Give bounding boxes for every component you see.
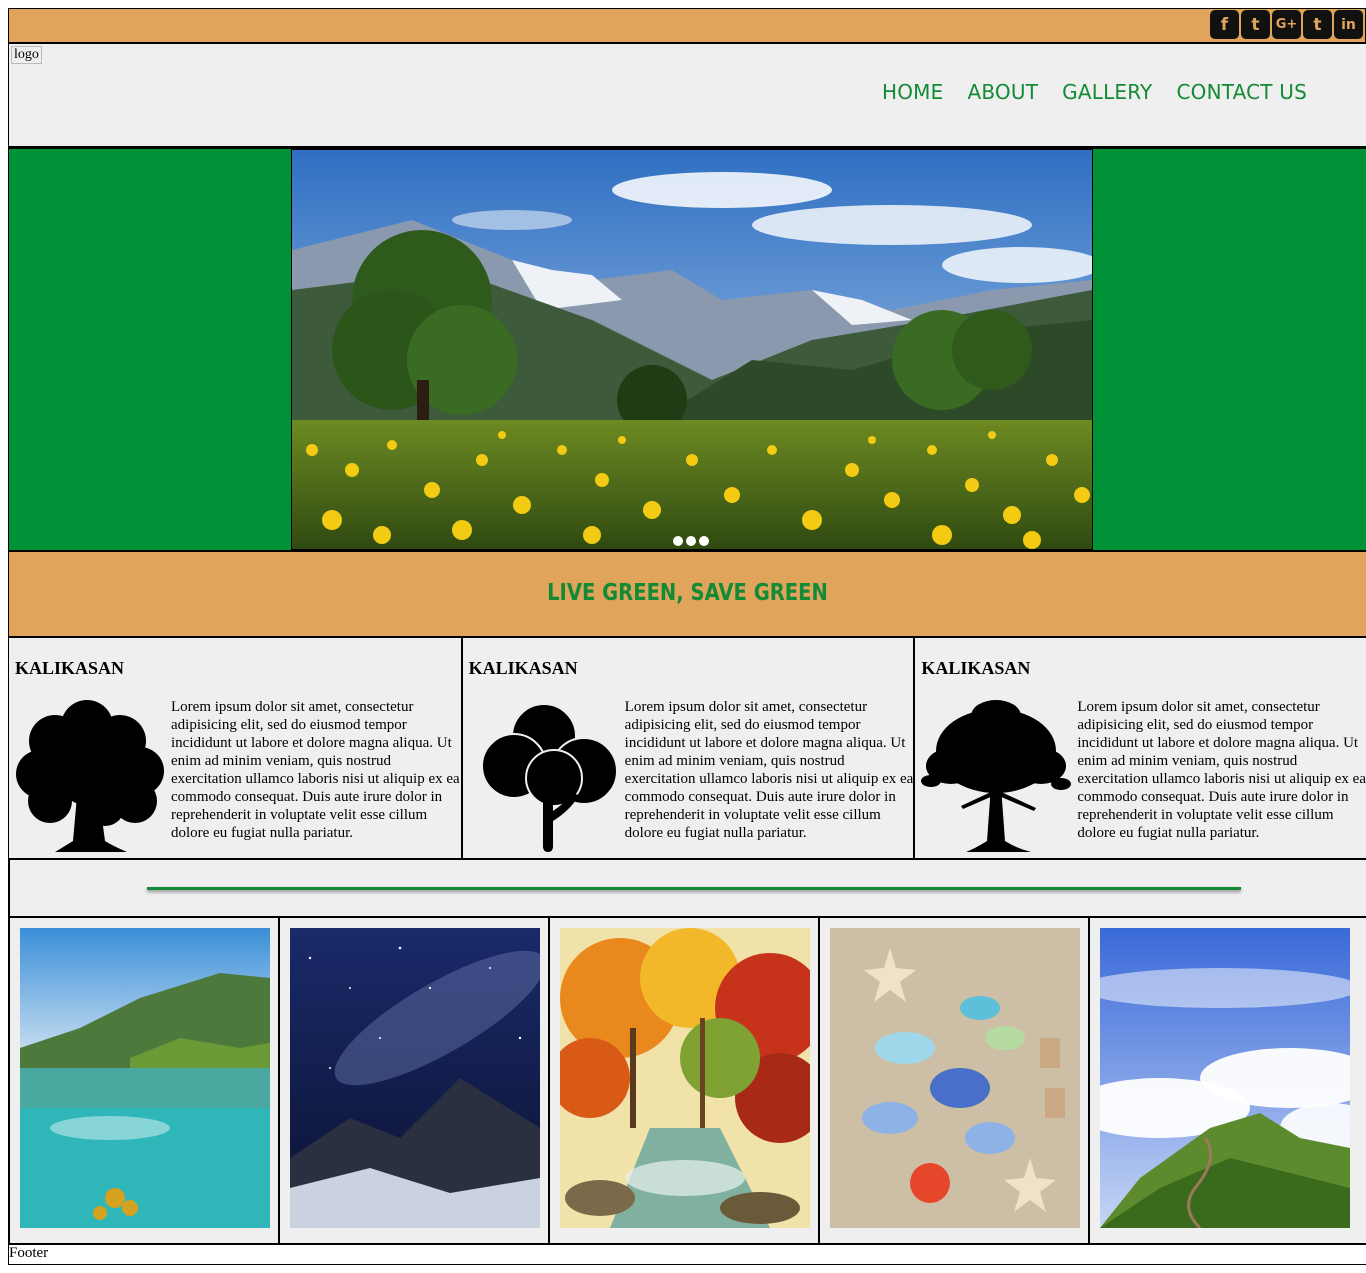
gallery-autumn-image — [560, 928, 810, 1228]
gallery-lake-image — [20, 928, 270, 1228]
gallery-item[interactable] — [278, 918, 548, 1243]
google-plus-icon[interactable]: G+ — [1272, 10, 1301, 39]
nav-contact-us[interactable]: CONTACT US — [1176, 80, 1307, 104]
tumblr-icon[interactable]: t — [1303, 10, 1332, 39]
feature-title: KALIKASAN — [15, 658, 125, 678]
section-divider — [8, 860, 1366, 918]
slogan-banner: LIVE GREEN, SAVE GREEN — [8, 552, 1366, 638]
feature-title: KALIKASAN — [921, 658, 1031, 678]
feature-card: KALIKASAN Lorem ipsum dolor sit amet, co… — [8, 638, 461, 858]
gallery-night-sky-image — [290, 928, 540, 1228]
slider-dot[interactable] — [699, 536, 709, 546]
slider-dots — [673, 536, 709, 546]
main-nav: HOME ABOUT GALLERY CONTACT US — [882, 80, 1307, 104]
feature-card: KALIKASAN Lorem ipsum dolor sit amet, co… — [460, 638, 914, 858]
divider-line — [147, 887, 1241, 890]
nav-about[interactable]: ABOUT — [967, 80, 1038, 104]
slogan-text: LIVE GREEN, SAVE GREEN — [547, 580, 828, 606]
social-bar: f t G+ t in — [8, 8, 1366, 44]
logo[interactable]: logo — [11, 46, 42, 64]
slider-dot[interactable] — [686, 536, 696, 546]
feature-text: Lorem ipsum dolor sit amet, consectetur … — [624, 699, 914, 841]
facebook-icon[interactable]: f — [1210, 10, 1239, 39]
feature-card: KALIKASAN Lorem ipsum dolor sit amet, co… — [913, 638, 1366, 858]
slider-dot[interactable] — [673, 536, 683, 546]
round-tree-icon — [480, 703, 618, 852]
twitter-icon[interactable]: t — [1241, 10, 1270, 39]
gallery-item[interactable] — [818, 918, 1088, 1243]
tree-icon — [16, 700, 164, 852]
gallery-mountain-clouds-image — [1100, 928, 1350, 1228]
photo-gallery — [8, 918, 1366, 1245]
nav-home[interactable]: HOME — [882, 80, 943, 104]
feature-text: Lorem ipsum dolor sit amet, consectetur … — [171, 699, 460, 841]
nav-gallery[interactable]: GALLERY — [1062, 80, 1152, 104]
feature-text: Lorem ipsum dolor sit amet, consectetur … — [1077, 699, 1366, 841]
site-header: logo HOME ABOUT GALLERY CONTACT US — [8, 44, 1366, 146]
footer: Footer — [8, 1245, 1366, 1265]
hero-slide-image — [291, 149, 1093, 550]
gallery-item[interactable] — [548, 918, 818, 1243]
gallery-beach-stones-image — [830, 928, 1080, 1228]
social-links: f t G+ t in — [1210, 10, 1363, 39]
gallery-item[interactable] — [8, 918, 278, 1243]
linkedin-icon[interactable]: in — [1334, 10, 1363, 39]
hero-section — [8, 146, 1366, 552]
feature-title: KALIKASAN — [468, 658, 578, 678]
oak-tree-icon — [921, 700, 1072, 852]
features-row: KALIKASAN Lorem ipsum dolor sit amet, co… — [8, 638, 1366, 860]
gallery-item[interactable] — [1088, 918, 1358, 1243]
